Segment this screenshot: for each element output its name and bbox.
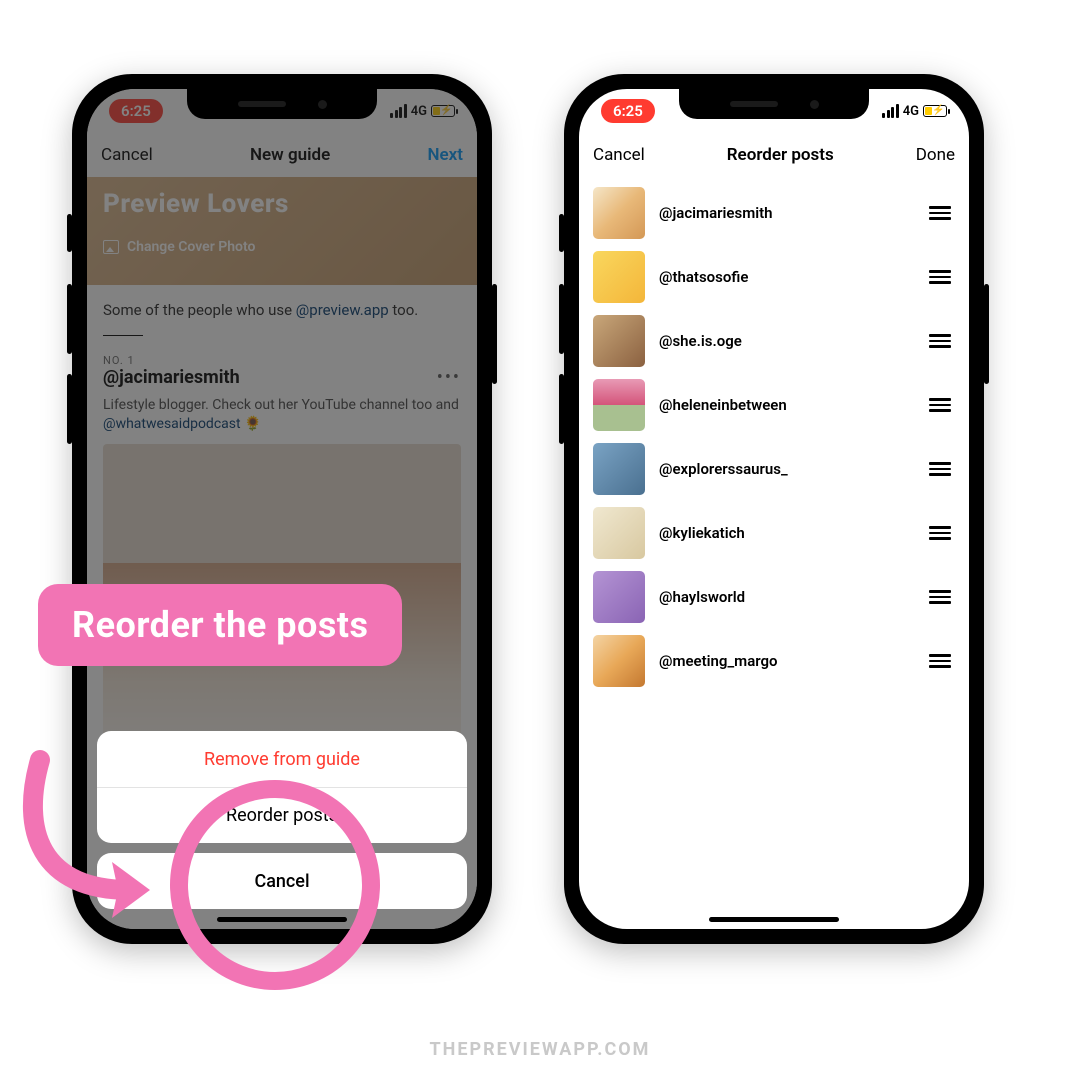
item-handle: @jacimariesmith xyxy=(659,204,911,222)
notch xyxy=(187,89,377,119)
post-thumbnail xyxy=(593,315,645,367)
notch xyxy=(679,89,869,119)
drag-handle-icon[interactable] xyxy=(925,394,955,415)
list-item[interactable]: @explorerssaurus_ xyxy=(579,437,969,501)
reorder-list: @jacimariesmith @thatsosofie @she.is.oge… xyxy=(579,177,969,697)
page-title: Reorder posts xyxy=(727,145,834,165)
post-thumbnail xyxy=(593,379,645,431)
item-handle: @thatsosofie xyxy=(659,268,911,286)
post-thumbnail xyxy=(593,507,645,559)
drag-handle-icon[interactable] xyxy=(925,330,955,351)
list-item[interactable]: @she.is.oge xyxy=(579,309,969,373)
battery-icon: ⚡ xyxy=(923,105,947,117)
item-handle: @kyliekatich xyxy=(659,524,911,542)
network-label: 4G xyxy=(903,104,919,119)
signal-icon xyxy=(882,104,899,118)
drag-handle-icon[interactable] xyxy=(925,458,955,479)
home-indicator xyxy=(709,917,839,922)
drag-handle-icon[interactable] xyxy=(925,650,955,671)
post-thumbnail xyxy=(593,251,645,303)
callout-tip: Reorder the posts xyxy=(38,584,402,666)
drag-handle-icon[interactable] xyxy=(925,522,955,543)
list-item[interactable]: @heleneinbetween xyxy=(579,373,969,437)
list-item[interactable]: @jacimariesmith xyxy=(579,181,969,245)
arrow-icon xyxy=(0,740,190,930)
done-button[interactable]: Done xyxy=(916,145,955,165)
watermark: THEPREVIEWAPP.COM xyxy=(0,1039,1080,1060)
list-item[interactable]: @haylsworld xyxy=(579,565,969,629)
item-handle: @haylsworld xyxy=(659,588,911,606)
item-handle: @she.is.oge xyxy=(659,332,911,350)
post-thumbnail xyxy=(593,571,645,623)
item-handle: @heleneinbetween xyxy=(659,396,911,414)
status-time: 6:25 xyxy=(601,99,655,123)
post-thumbnail xyxy=(593,187,645,239)
drag-handle-icon[interactable] xyxy=(925,586,955,607)
cancel-button[interactable]: Cancel xyxy=(593,145,645,165)
item-handle: @explorerssaurus_ xyxy=(659,460,911,478)
list-item[interactable]: @meeting_margo xyxy=(579,629,969,693)
list-item[interactable]: @kyliekatich xyxy=(579,501,969,565)
nav-bar: Cancel Reorder posts Done xyxy=(579,133,969,177)
phone-right: 6:25 4G ⚡ Cancel Reorder posts Done @jac… xyxy=(564,74,984,944)
post-thumbnail xyxy=(593,443,645,495)
drag-handle-icon[interactable] xyxy=(925,266,955,287)
highlight-circle xyxy=(170,780,380,990)
drag-handle-icon[interactable] xyxy=(925,202,955,223)
list-item[interactable]: @thatsosofie xyxy=(579,245,969,309)
item-handle: @meeting_margo xyxy=(659,652,911,670)
post-thumbnail xyxy=(593,635,645,687)
